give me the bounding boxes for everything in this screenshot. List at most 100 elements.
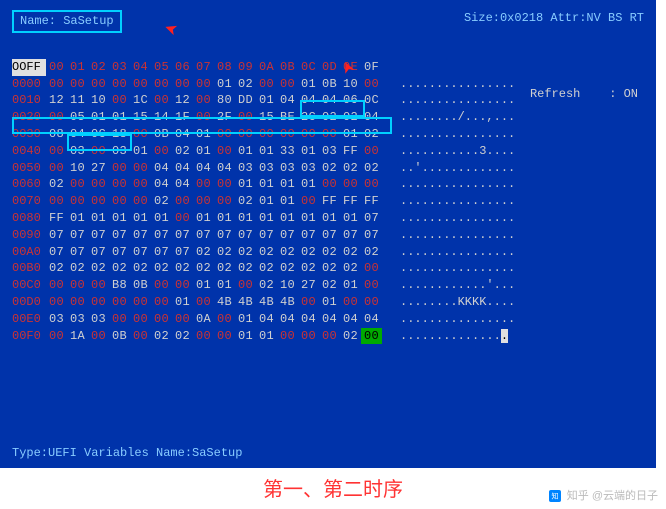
hex-byte[interactable]: 02: [235, 193, 256, 210]
hex-byte[interactable]: 07: [109, 244, 130, 261]
hex-byte[interactable]: 00: [88, 328, 109, 345]
hex-byte[interactable]: 0B: [109, 328, 130, 345]
hex-byte[interactable]: 07: [130, 227, 151, 244]
hex-byte[interactable]: 02: [172, 260, 193, 277]
hex-byte[interactable]: 07: [235, 227, 256, 244]
hex-byte[interactable]: 00: [172, 76, 193, 93]
hex-byte[interactable]: 01: [235, 143, 256, 160]
hex-byte[interactable]: 00: [340, 294, 361, 311]
hex-byte[interactable]: 00: [361, 143, 382, 160]
hex-byte[interactable]: 0A: [193, 311, 214, 328]
hex-byte[interactable]: 0C: [361, 92, 382, 109]
hex-byte[interactable]: 00: [151, 76, 172, 93]
hex-byte[interactable]: 00: [214, 176, 235, 193]
hex-byte[interactable]: 01: [277, 210, 298, 227]
hex-byte[interactable]: 02: [340, 244, 361, 261]
hex-byte[interactable]: 02: [46, 260, 67, 277]
hex-byte[interactable]: 00: [172, 210, 193, 227]
hex-byte[interactable]: 00: [88, 277, 109, 294]
hex-byte[interactable]: 00: [277, 126, 298, 143]
hex-byte[interactable]: 00: [193, 92, 214, 109]
hex-byte[interactable]: 00: [67, 76, 88, 93]
hex-byte[interactable]: 00: [109, 76, 130, 93]
hex-byte[interactable]: 01: [256, 92, 277, 109]
hex-byte[interactable]: FF: [340, 193, 361, 210]
hex-byte[interactable]: 01: [298, 143, 319, 160]
hex-byte[interactable]: 01: [88, 109, 109, 126]
hex-byte[interactable]: 00: [172, 311, 193, 328]
hex-byte[interactable]: 02: [172, 143, 193, 160]
hex-byte[interactable]: 07: [88, 244, 109, 261]
hex-byte[interactable]: 00: [88, 294, 109, 311]
hex-byte[interactable]: 00: [46, 76, 67, 93]
hex-byte[interactable]: 2F: [214, 109, 235, 126]
hex-byte[interactable]: DD: [235, 92, 256, 109]
hex-byte[interactable]: 00: [298, 193, 319, 210]
hex-byte[interactable]: 00: [214, 126, 235, 143]
hex-byte[interactable]: 00: [88, 143, 109, 160]
hex-byte[interactable]: 03: [298, 160, 319, 177]
hex-byte[interactable]: 04: [193, 160, 214, 177]
hex-byte[interactable]: 04: [256, 311, 277, 328]
hex-byte[interactable]: 04: [277, 92, 298, 109]
hex-byte[interactable]: 07: [214, 227, 235, 244]
hex-byte[interactable]: 14: [151, 109, 172, 126]
hex-byte[interactable]: 07: [298, 227, 319, 244]
hex-byte[interactable]: 00: [298, 126, 319, 143]
hex-byte[interactable]: 00: [319, 126, 340, 143]
hex-byte[interactable]: 01: [256, 328, 277, 345]
hex-byte[interactable]: 02: [319, 244, 340, 261]
hex-byte[interactable]: 02: [235, 76, 256, 93]
hex-byte[interactable]: 01: [235, 311, 256, 328]
hex-byte[interactable]: 00: [88, 176, 109, 193]
hex-byte[interactable]: 04: [319, 92, 340, 109]
hex-byte[interactable]: 04: [361, 109, 382, 126]
hex-byte[interactable]: 01: [340, 277, 361, 294]
hex-byte[interactable]: 01: [214, 277, 235, 294]
hex-byte[interactable]: 04: [172, 126, 193, 143]
hex-byte[interactable]: 01: [109, 109, 130, 126]
hex-byte[interactable]: 02: [214, 260, 235, 277]
hex-byte[interactable]: 1F: [172, 109, 193, 126]
hex-byte[interactable]: 04: [214, 160, 235, 177]
hex-byte[interactable]: 02: [256, 260, 277, 277]
hex-byte[interactable]: 18: [109, 126, 130, 143]
hex-byte[interactable]: 06: [340, 92, 361, 109]
hex-byte[interactable]: 33: [277, 143, 298, 160]
hex-byte[interactable]: 03: [67, 311, 88, 328]
hex-byte[interactable]: 00: [361, 260, 382, 277]
hex-byte[interactable]: 00: [88, 76, 109, 93]
hex-byte[interactable]: 00: [193, 328, 214, 345]
hex-byte[interactable]: 02: [193, 260, 214, 277]
hex-byte[interactable]: 02: [340, 260, 361, 277]
hex-byte[interactable]: 00: [130, 176, 151, 193]
hex-byte[interactable]: 10: [340, 76, 361, 93]
hex-byte[interactable]: 00: [340, 176, 361, 193]
hex-byte[interactable]: 07: [67, 244, 88, 261]
hex-byte[interactable]: 01: [235, 210, 256, 227]
hex-byte[interactable]: BE: [277, 109, 298, 126]
hex-byte[interactable]: 4B: [277, 294, 298, 311]
hex-byte[interactable]: 02: [298, 244, 319, 261]
hex-byte[interactable]: 00: [109, 294, 130, 311]
hex-byte[interactable]: 01: [235, 328, 256, 345]
hex-byte[interactable]: 00: [214, 311, 235, 328]
hex-byte[interactable]: 07: [256, 227, 277, 244]
hex-byte[interactable]: 10: [277, 277, 298, 294]
hex-byte[interactable]: 04: [277, 311, 298, 328]
hex-byte[interactable]: 00: [298, 328, 319, 345]
hex-byte[interactable]: 01: [67, 210, 88, 227]
hex-byte[interactable]: 01: [193, 126, 214, 143]
hex-byte[interactable]: 01: [319, 210, 340, 227]
hex-byte[interactable]: 07: [46, 227, 67, 244]
hex-byte[interactable]: 00: [46, 160, 67, 177]
hex-byte[interactable]: 00: [256, 126, 277, 143]
hex-byte[interactable]: 00: [130, 126, 151, 143]
hex-byte[interactable]: 00: [67, 193, 88, 210]
hex-byte[interactable]: FF: [319, 193, 340, 210]
hex-byte[interactable]: 02: [319, 277, 340, 294]
hex-byte[interactable]: 01: [277, 193, 298, 210]
hex-byte[interactable]: 02: [298, 260, 319, 277]
hex-byte[interactable]: 00: [172, 277, 193, 294]
hex-byte[interactable]: 07: [46, 244, 67, 261]
